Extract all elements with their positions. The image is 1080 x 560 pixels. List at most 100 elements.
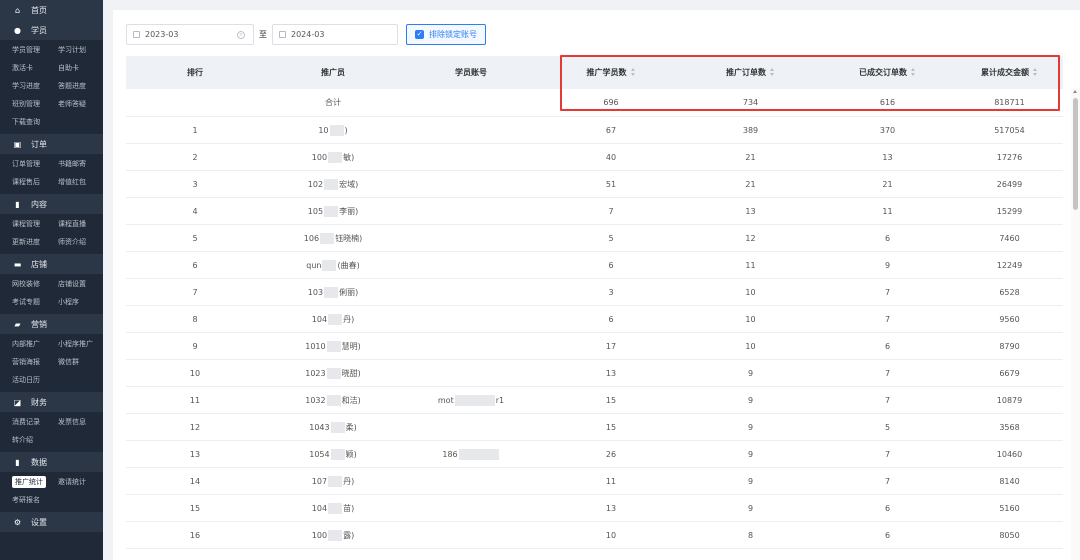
table-row: 2 100 敏) 40 21 13 17276 — [126, 144, 1063, 171]
sidebar-item[interactable]: 发票信息 — [58, 413, 103, 431]
orders-cell: 21 — [745, 152, 756, 162]
rank-cell: 15 — [189, 503, 201, 513]
promoter-cell: 1043 柔) — [264, 421, 402, 433]
sidebar-item[interactable]: 考试专题 — [12, 293, 58, 311]
sidebar-section-7[interactable]: ▮ 数据 — [0, 452, 103, 472]
sidebar-item[interactable]: 书籍邮寄 — [58, 155, 103, 173]
col-promoted-students[interactable]: 推广学员数 — [540, 67, 682, 78]
amount-cell: 517054 — [994, 125, 1025, 135]
sidebar-section-2[interactable]: ▣ 订单 — [0, 134, 103, 154]
text-suffix: r1 — [495, 395, 505, 405]
sidebar-section-1[interactable]: ● 学员 — [0, 20, 103, 40]
total-orders: 734 — [742, 98, 759, 107]
sidebar-item-label: 激活卡 — [12, 64, 33, 72]
end-date-picker[interactable]: 2024-03 — [272, 23, 398, 45]
sort-icon[interactable] — [911, 68, 916, 76]
sidebar-item[interactable]: 增值红包 — [58, 173, 103, 191]
promoter-cell: 100 露) — [264, 529, 402, 541]
text-suffix: 俐丽) — [339, 287, 359, 297]
sidebar-item[interactable]: 下载查询 — [12, 113, 58, 131]
text-prefix: 1043 — [309, 422, 330, 432]
sidebar-section-8[interactable]: ⚙ 设置 — [0, 512, 103, 532]
sort-icon[interactable] — [1033, 68, 1038, 76]
sidebar-item[interactable]: 微信群 — [58, 353, 103, 371]
sidebar-item[interactable]: 课程售后 — [12, 173, 58, 191]
sidebar-section-4[interactable]: ▬ 店铺 — [0, 254, 103, 274]
text-suffix: 苗) — [343, 503, 355, 513]
sidebar-section-title: 数据 — [31, 457, 47, 467]
col-total-amount[interactable]: 累计成交金额 — [956, 67, 1063, 78]
sidebar-section-0[interactable]: ⌂ 首页 — [0, 0, 103, 20]
sidebar-item[interactable]: 学习进度 — [12, 77, 58, 95]
amount-cell: 8140 — [999, 476, 1020, 486]
redaction-mask — [326, 367, 341, 379]
redaction-mask — [328, 502, 343, 514]
table-row: 5 106 钰晓楠) 5 12 6 7460 — [126, 225, 1063, 252]
sort-icon[interactable] — [630, 68, 636, 76]
sidebar-item[interactable]: 推广统计 — [12, 473, 58, 491]
masked-text: 104 苗) — [312, 502, 355, 514]
sidebar-item[interactable]: 老师答疑 — [58, 95, 103, 113]
sidebar-item[interactable]: 内部推广 — [12, 335, 58, 353]
redaction-mask — [324, 286, 339, 298]
sidebar-item[interactable]: 营销海报 — [12, 353, 58, 371]
sidebar-section-items: 课程管理 课程直播 更新进度 师资介绍 — [0, 214, 103, 254]
scroll-up-icon[interactable] — [1073, 90, 1077, 93]
start-date-picker[interactable]: 2023-03 × — [126, 23, 254, 45]
sidebar-section-items: 内部推广 小程序推广营销海报 微信群 活动日历 — [0, 334, 103, 392]
store-icon: ▬ — [13, 259, 22, 269]
sidebar-section-6[interactable]: ◪ 财务 — [0, 392, 103, 412]
clear-icon[interactable]: × — [237, 30, 245, 39]
total-amount: 818711 — [994, 98, 1025, 107]
sidebar-item[interactable]: 课程管理 — [12, 215, 58, 233]
masked-text: 1043 柔) — [309, 421, 357, 433]
sidebar-item[interactable]: 邀请统计 — [58, 473, 103, 491]
exclude-locked-checkbox[interactable]: ✓ 排除锁定账号 — [406, 23, 486, 45]
scroll-thumb[interactable] — [1073, 98, 1078, 210]
completed-cell: 6 — [884, 233, 891, 243]
sidebar-item[interactable]: 课程直播 — [58, 215, 103, 233]
sidebar-item[interactable]: 订单管理 — [12, 155, 58, 173]
text-suffix: 和洁) — [341, 395, 361, 405]
sidebar-item[interactable]: 师资介绍 — [58, 233, 103, 251]
sidebar-section-items: 学员管理 学习计划激活卡 自助卡 学习进度 答题进度 班别管理 老师答疑 下载查询 — [0, 40, 103, 134]
rank-cell: 4 — [192, 206, 198, 216]
masked-text: 100 露) — [312, 529, 354, 541]
masked-text: 1010 慧明) — [305, 340, 361, 352]
promoter-cell: 106 钰晓楠) — [264, 232, 402, 244]
sort-icon[interactable] — [770, 68, 775, 76]
sidebar-item[interactable]: 学习计划 — [58, 41, 103, 59]
sidebar-item-label: 小程序 — [58, 298, 79, 306]
sidebar-item[interactable]: 小程序推广 — [58, 335, 103, 353]
sidebar-item[interactable]: 小程序 — [58, 293, 103, 311]
sidebar-item[interactable]: 活动日历 — [12, 371, 58, 389]
sidebar-item[interactable]: 激活卡 — [12, 59, 58, 77]
students-cell: 6 — [608, 314, 614, 324]
scrollbar[interactable] — [1071, 88, 1080, 560]
sidebar-item[interactable]: 消费记录 — [12, 413, 58, 431]
sidebar-item[interactable]: 更新进度 — [12, 233, 58, 251]
sidebar-item[interactable]: 考研报名 — [12, 491, 58, 509]
sidebar-item[interactable]: 转介绍 — [12, 431, 58, 449]
sidebar-section-5[interactable]: ▰ 营销 — [0, 314, 103, 334]
orders-cell: 10 — [745, 341, 756, 351]
col-completed-orders[interactable]: 已成交订单数 — [819, 67, 956, 78]
sidebar-item[interactable]: 网校装修 — [12, 275, 58, 293]
sidebar-section-3[interactable]: ▮ 内容 — [0, 194, 103, 214]
students-cell: 26 — [605, 449, 617, 459]
students-cell: 3 — [608, 287, 614, 297]
sidebar-item[interactable]: 答题进度 — [58, 77, 103, 95]
col-promoted-orders[interactable]: 推广订单数 — [682, 67, 819, 78]
orders-cell: 12 — [745, 233, 756, 243]
rank-cell: 11 — [189, 395, 201, 405]
orders-cell: 389 — [742, 125, 759, 135]
sidebar-item[interactable]: 自助卡 — [58, 59, 103, 77]
sidebar-item[interactable]: 班别管理 — [12, 95, 58, 113]
sidebar-item[interactable]: 店铺设置 — [58, 275, 103, 293]
completed-cell: 7 — [884, 368, 891, 378]
sidebar-item[interactable]: 学员管理 — [12, 41, 58, 59]
promoter-cell: 100 敏) — [264, 151, 402, 163]
text-prefix: 103 — [307, 287, 324, 297]
sidebar-item-label: 师资介绍 — [58, 238, 86, 246]
sidebar-item-label: 营销海报 — [12, 358, 40, 366]
